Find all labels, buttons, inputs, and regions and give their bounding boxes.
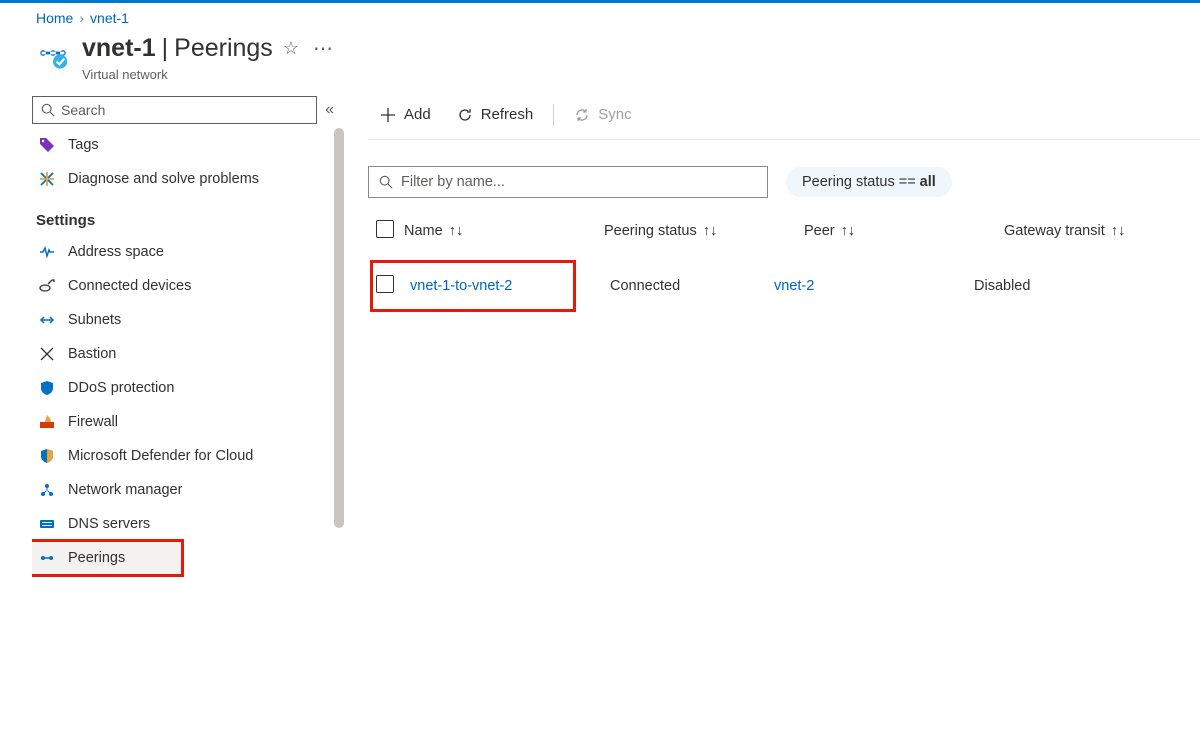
add-button[interactable]: Add [368, 100, 443, 129]
breadcrumb-home[interactable]: Home [36, 10, 73, 26]
bastion-icon [38, 345, 56, 363]
sidebar-search-input[interactable]: Search [32, 96, 317, 124]
scrollbar-thumb[interactable] [334, 128, 344, 528]
refresh-button[interactable]: Refresh [445, 100, 546, 129]
peer-link[interactable]: vnet-2 [774, 278, 974, 294]
connected-devices-icon [38, 277, 56, 295]
chevron-right-icon: › [79, 10, 84, 26]
sidebar-item-tags[interactable]: Tags [32, 128, 346, 162]
sidebar-item-connected-devices[interactable]: Connected devices [32, 269, 346, 303]
sidebar-item-peerings[interactable]: Peerings [32, 541, 182, 575]
sidebar-section-settings: Settings [32, 196, 346, 235]
sort-icon: ↑↓ [1111, 223, 1126, 239]
sidebar-item-dns[interactable]: DNS servers [32, 507, 346, 541]
breadcrumb: Home › vnet-1 [0, 3, 1200, 32]
ddos-icon [38, 379, 56, 397]
plus-icon [380, 107, 396, 123]
select-all-checkbox[interactable] [376, 220, 394, 238]
gateway-transit-value: Disabled [974, 278, 1200, 294]
search-icon [41, 103, 55, 117]
sidebar-item-bastion[interactable]: Bastion [32, 337, 346, 371]
firewall-icon [38, 413, 56, 431]
search-icon [379, 175, 393, 189]
diagnose-icon [38, 170, 56, 188]
vnet-icon [36, 36, 70, 70]
filter-input[interactable]: Filter by name... [368, 166, 768, 198]
network-manager-icon [38, 481, 56, 499]
address-space-icon [38, 243, 56, 261]
dns-icon [38, 515, 56, 533]
tag-icon [38, 136, 56, 154]
favorite-button[interactable]: ☆ [279, 34, 303, 63]
sidebar-item-diagnose[interactable]: Diagnose and solve problems [32, 162, 346, 196]
column-header-status[interactable]: Peering status↑↓ [604, 223, 804, 239]
peerings-icon [38, 549, 56, 567]
sidebar-item-ddos[interactable]: DDoS protection [32, 371, 346, 405]
column-header-name[interactable]: Name↑↓ [404, 223, 604, 239]
sidebar-item-network-manager[interactable]: Network manager [32, 473, 346, 507]
toolbar: Add Refresh Sync [368, 96, 1200, 140]
defender-icon [38, 447, 56, 465]
sync-icon [574, 107, 590, 123]
main-pane: Add Refresh Sync Filter by name... Peeri… [346, 88, 1200, 708]
row-checkbox[interactable] [376, 275, 394, 293]
sort-icon: ↑↓ [703, 223, 718, 239]
sort-icon: ↑↓ [841, 223, 856, 239]
sort-icon: ↑↓ [449, 223, 464, 239]
column-header-peer[interactable]: Peer↑↓ [804, 223, 1004, 239]
table-header: Name↑↓ Peering status↑↓ Peer↑↓ Gateway t… [368, 210, 1200, 252]
sidebar-item-subnets[interactable]: Subnets [32, 303, 346, 337]
breadcrumb-resource[interactable]: vnet-1 [90, 10, 129, 26]
filter-pill-status[interactable]: Peering status == all [786, 167, 952, 197]
sidebar-item-address-space[interactable]: Address space [32, 235, 346, 269]
table-row: vnet-1-to-vnet-2 Connected vnet-2 Disabl… [368, 252, 1200, 320]
sidebar-item-defender[interactable]: Microsoft Defender for Cloud [32, 439, 346, 473]
peering-name-link[interactable]: vnet-1-to-vnet-2 [410, 278, 570, 294]
sync-button: Sync [562, 100, 643, 129]
refresh-icon [457, 107, 473, 123]
sidebar-item-firewall[interactable]: Firewall [32, 405, 346, 439]
toolbar-divider [553, 104, 554, 126]
sidebar: Search « Tags Diagnose and solve problem… [0, 88, 346, 708]
collapse-sidebar-button[interactable]: « [325, 101, 334, 119]
column-header-gateway[interactable]: Gateway transit↑↓ [1004, 223, 1200, 239]
subnets-icon [38, 311, 56, 329]
more-button[interactable]: ⋯ [309, 32, 337, 65]
page-subtitle: Virtual network [82, 67, 337, 82]
page-title: vnet-1 | Peerings ☆ ⋯ [82, 32, 337, 65]
peering-status: Connected [574, 278, 774, 294]
